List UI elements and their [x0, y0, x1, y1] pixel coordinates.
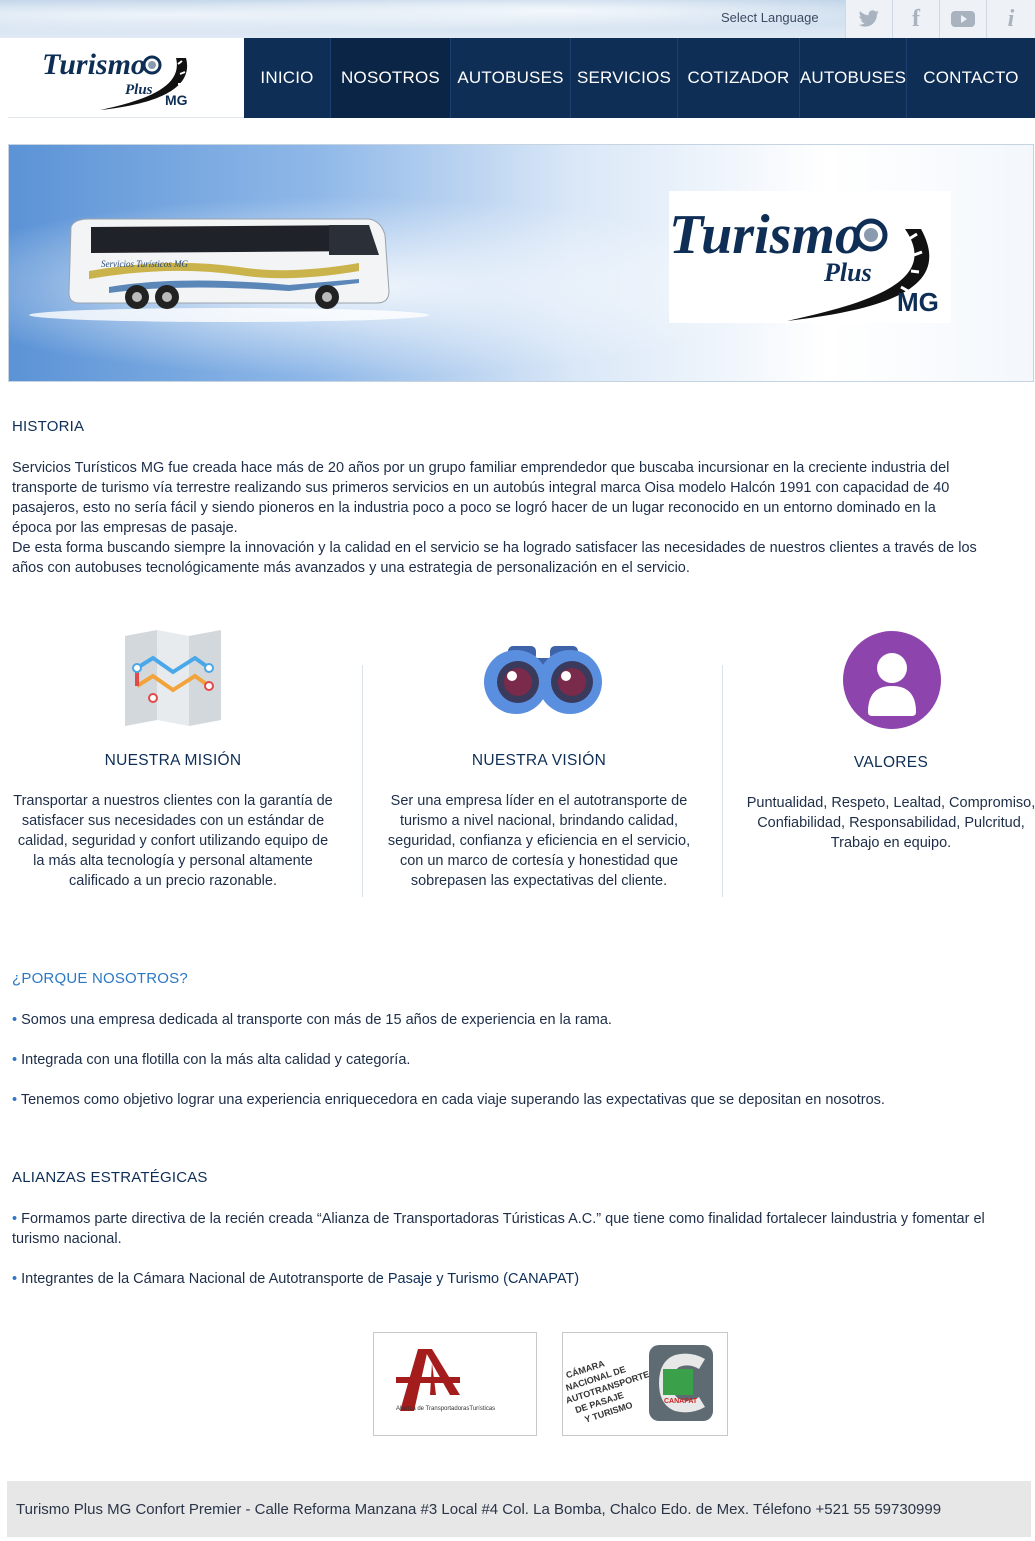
site-logo[interactable]: Turismo Plus MG: [8, 38, 244, 118]
svg-text:Plus: Plus: [125, 82, 153, 98]
svg-text:MG: MG: [165, 92, 188, 108]
map-icon: [125, 630, 221, 726]
hero-logo: Turismo Plus MG: [669, 191, 951, 323]
svg-text:CANAPAT: CANAPAT: [664, 1398, 698, 1405]
alianzas-item: • Formamos parte directiva de la recién …: [12, 1211, 985, 1247]
alianzas-item: • Integrantes de la Cámara Nacional de A…: [12, 1271, 580, 1287]
values-title: VALORES: [853, 754, 929, 771]
porque-item: • Integrada con una flotilla con la más …: [12, 1052, 411, 1068]
historia-title: HISTORIA: [12, 418, 85, 435]
nav-item-contacto[interactable]: CONTACTO: [907, 38, 1035, 118]
logo-word: Turismo: [42, 48, 146, 81]
twitter-icon[interactable]: [845, 0, 892, 38]
historia-paragraph-1: Servicios Turísticos MG fue creada hace …: [12, 460, 950, 536]
historia-paragraph-2: De esta forma buscando siempre la innova…: [12, 540, 977, 576]
nav-item-servicios[interactable]: SERVICIOS: [571, 38, 678, 118]
alianza-logo[interactable]: Alianza de TransportadorasTurísticas: [373, 1332, 537, 1436]
svg-text:Servicios Turísticos MG: Servicios Turísticos MG: [101, 259, 188, 269]
svg-text:Turismo: Turismo: [669, 204, 863, 266]
nav-item-inicio[interactable]: INICIO: [244, 38, 331, 118]
sky-background: [0, 0, 845, 38]
vision-column: NUESTRA VISIÓN Ser una empresa líder en …: [372, 628, 706, 891]
column-divider: [722, 665, 723, 897]
mission-column: NUESTRA MISIÓN Transportar a nuestros cl…: [8, 628, 338, 891]
top-bar: Select Language f i: [0, 0, 1035, 38]
svg-text:Alianza de TransportadorasTurí: Alianza de TransportadorasTurísticas: [396, 1406, 495, 1412]
column-divider: [362, 665, 363, 897]
nav-item-autobuses-2[interactable]: AUTOBUSES: [800, 38, 907, 118]
svg-text:Plus: Plus: [823, 258, 872, 287]
youtube-icon[interactable]: [939, 0, 986, 38]
porque-item: • Somos una empresa dedicada al transpor…: [12, 1012, 612, 1028]
values-column: VALORES Puntualidad, Respeto, Lealtad, C…: [736, 630, 1035, 853]
main-nav: INICIO NOSOTROS AUTOBUSES SERVICIOS COTI…: [244, 38, 1035, 118]
facebook-icon[interactable]: f: [892, 0, 939, 38]
vision-title: NUESTRA VISIÓN: [471, 752, 607, 769]
user-icon: [843, 631, 941, 729]
vision-text: Ser una empresa líder en el autotranspor…: [387, 793, 691, 889]
porque-title: ¿PORQUE NOSOTROS?: [12, 970, 188, 987]
values-text: Puntualidad, Respeto, Lealtad, Compromis…: [746, 795, 1035, 851]
mission-title: NUESTRA MISIÓN: [104, 752, 242, 769]
language-selector[interactable]: Select Language: [721, 10, 819, 25]
porque-item: • Tenemos como objetivo lograr una exper…: [12, 1092, 885, 1108]
nav-item-autobuses[interactable]: AUTOBUSES: [451, 38, 571, 118]
alianzas-title: ALIANZAS ESTRATÉGICAS: [12, 1169, 208, 1186]
svg-text:MG: MG: [897, 287, 939, 317]
bus-image: Servicios Turísticos MG: [29, 218, 429, 322]
binoculars-icon: [484, 646, 602, 714]
nav-item-nosotros[interactable]: NOSOTROS: [331, 38, 451, 118]
hero-banner: Servicios Turísticos MG Turismo Plus MG: [8, 144, 1034, 382]
footer-text: Turismo Plus MG Confort Premier - Calle …: [16, 1500, 942, 1518]
nav-item-cotizador[interactable]: COTIZADOR: [678, 38, 800, 118]
canapat-logo[interactable]: CÁMARA NACIONAL DE AUTOTRANSPORTE DE PAS…: [562, 1332, 728, 1436]
info-icon[interactable]: i: [986, 0, 1035, 38]
mission-text: Transportar a nuestros clientes con la g…: [13, 793, 333, 889]
site-footer: Turismo Plus MG Confort Premier - Calle …: [7, 1481, 1031, 1537]
